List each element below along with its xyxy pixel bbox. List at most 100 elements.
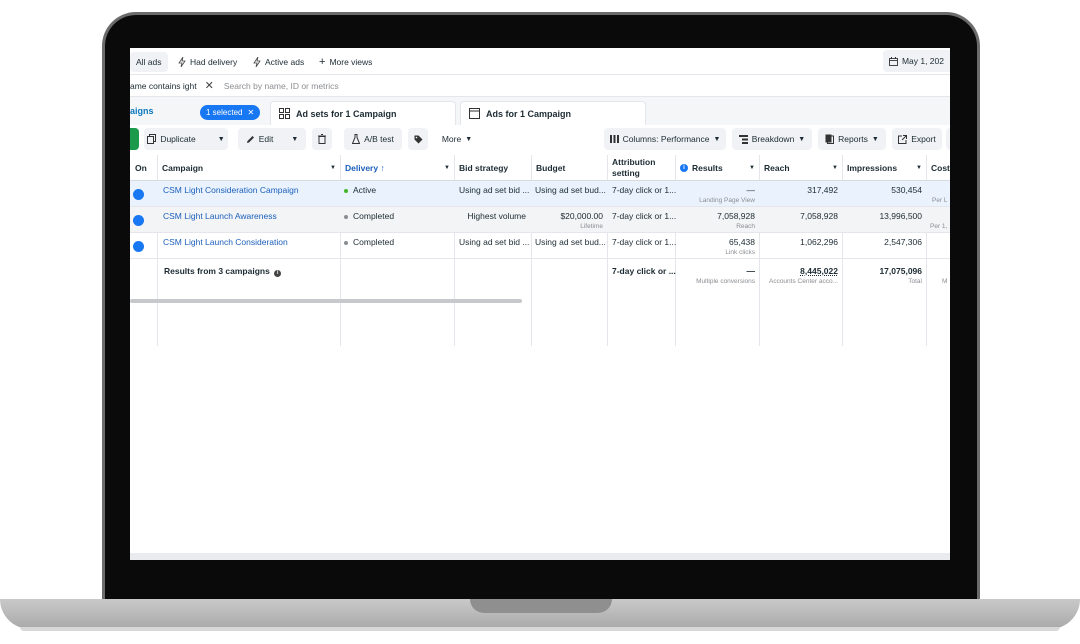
chevron-down-icon[interactable]: ▼ [291,136,298,143]
column-header-bid-strategy[interactable]: Bid strategy [454,155,531,181]
campaign-name-link[interactable]: CSM Light Launch Consideration [163,237,288,247]
cost-type: Per 1, [930,223,948,230]
tab-ads[interactable]: Ads for 1 Campaign [460,101,646,125]
results-type: Link clicks [725,249,755,256]
chevron-down-icon: ▼ [465,135,473,143]
bid-strategy: Using ad set bid ... [459,185,530,195]
ab-test-button[interactable]: A/B test [344,128,402,150]
columns-button[interactable]: Columns: Performance ▼ [604,128,726,150]
caret-down-icon[interactable]: ▼ [916,165,922,171]
toggle-switch[interactable] [133,189,144,200]
clear-filter-icon[interactable]: ✕ [205,79,214,92]
attribution-header-line2: setting [612,167,640,178]
summary-impressions: 17,075,096 [879,266,922,276]
info-icon[interactable]: i [680,163,688,172]
filter-chip: ame contains ight [130,80,197,91]
caret-down-icon[interactable]: ▼ [832,165,838,171]
chevron-down-icon: ▼ [713,135,721,143]
column-header-cost[interactable]: Cost [926,155,950,181]
caret-down-icon[interactable]: ▼ [749,165,755,171]
date-range-label: May 1, 202 [901,56,944,66]
tab-active-ads-label: Active ads [265,57,305,67]
delete-button[interactable] [312,128,332,150]
impressions-value: 13,996,500 [879,211,922,221]
column-header-impressions[interactable]: Impressions ▼ [842,155,926,181]
tab-more-views[interactable]: + More views [313,52,378,72]
tab-ad-sets-label: Ad sets for 1 Campaign [296,108,397,119]
tag-icon [414,135,423,144]
summary-attribution: 7-day click or ... [612,266,676,276]
horizontal-scrollbar[interactable] [130,299,522,303]
duplicate-icon [147,134,157,144]
results-value: — [746,185,756,195]
column-header-results[interactable]: i Results ▼ [675,155,759,181]
search-input[interactable]: Search by name, ID or metrics [224,81,339,91]
column-header-reach[interactable]: Reach ▼ [759,155,842,181]
more-button[interactable]: More ▼ [434,128,480,150]
chevron-down-icon: ▼ [798,135,806,143]
breakdown-icon [738,134,748,144]
results-type: Reach [736,223,755,230]
table-row[interactable]: CSM Light Consideration Campaign Active … [130,181,950,207]
toolbar: Duplicate ▼ Edit ▼ A/B test More ▼ Colum… [130,128,950,152]
summary-results-type: Multiple conversions [696,278,755,285]
selected-pill-label: 1 selected [206,108,243,117]
column-header-attribution[interactable]: Attribution setting [607,155,675,181]
caret-down-icon[interactable]: ▼ [330,165,336,171]
reports-button[interactable]: Reports ▼ [818,128,886,150]
budget: Using ad set bud... [535,185,606,195]
search-bar: ame contains ight ✕ Search by name, ID o… [130,75,950,97]
bid-strategy: Highest volume [467,211,526,221]
budget: $20,000.00 [560,211,603,221]
campaign-name-link[interactable]: CSM Light Launch Awareness [163,211,277,221]
create-button[interactable] [130,128,139,150]
tab-active-ads[interactable]: Active ads [247,52,310,72]
plus-icon: + [319,56,326,68]
caret-down-icon[interactable]: ▼ [444,165,450,171]
delivery-status-label: Active [353,185,377,195]
bottom-bar [130,553,950,560]
close-icon[interactable]: ✕ [247,108,254,117]
summary-reach-type: Accounts Center acco... [768,278,838,285]
screen: All ads Had delivery Active ads + More v… [130,48,950,560]
impressions-value: 2,547,306 [884,237,922,247]
tab-ad-sets[interactable]: Ad sets for 1 Campaign [270,101,456,125]
tab-had-delivery[interactable]: Had delivery [172,52,243,72]
summary-row: Results from 3 campaigns i 7-day click o… [130,259,950,297]
edit-button[interactable]: Edit ▼ [238,128,306,150]
tab-campaigns-label: aigns [130,106,154,116]
reach-value: 1,062,296 [800,237,838,247]
delivery-status: Completed [344,211,394,221]
toggle-switch[interactable] [133,241,144,252]
tab-ads-label: Ads for 1 Campaign [486,108,572,119]
column-header-delivery[interactable]: Delivery ↑ ▼ [340,155,454,181]
column-header-campaign[interactable]: Campaign ▼ [157,155,340,181]
toolbar-overflow[interactable] [946,128,950,150]
cost-type: Per L [932,197,948,204]
tab-all-ads[interactable]: All ads [130,52,168,72]
chevron-down-icon[interactable]: ▼ [218,136,225,143]
date-range-button[interactable]: May 1, 202 [882,50,950,72]
lightning-icon [253,57,261,67]
breakdown-button[interactable]: Breakdown ▼ [732,128,812,150]
campaign-name-link[interactable]: CSM Light Consideration Campaign [163,185,299,195]
export-button[interactable]: Export [892,128,942,150]
export-icon [898,134,908,144]
duplicate-button[interactable]: Duplicate ▼ [144,128,228,150]
pencil-icon [246,135,255,144]
column-header-on[interactable]: On [130,155,157,181]
column-header-campaign-label: Campaign [162,162,204,173]
tag-button[interactable] [408,128,428,150]
export-label: Export [911,134,936,144]
table-row[interactable]: CSM Light Launch Consideration Completed… [130,233,950,259]
table-row[interactable]: CSM Light Launch Awareness Completed Hig… [130,207,950,233]
columns-label: Columns: Performance [622,134,710,144]
delivery-status-label: Completed [353,211,395,221]
toggle-switch[interactable] [133,215,144,226]
view-tabs: All ads Had delivery Active ads + More v… [130,48,950,75]
column-header-delivery-label: Delivery ↑ [345,162,385,173]
column-header-budget[interactable]: Budget [531,155,607,181]
info-icon[interactable]: i [274,270,282,277]
selected-pill[interactable]: 1 selected ✕ [200,105,261,120]
lightning-icon [178,57,186,67]
